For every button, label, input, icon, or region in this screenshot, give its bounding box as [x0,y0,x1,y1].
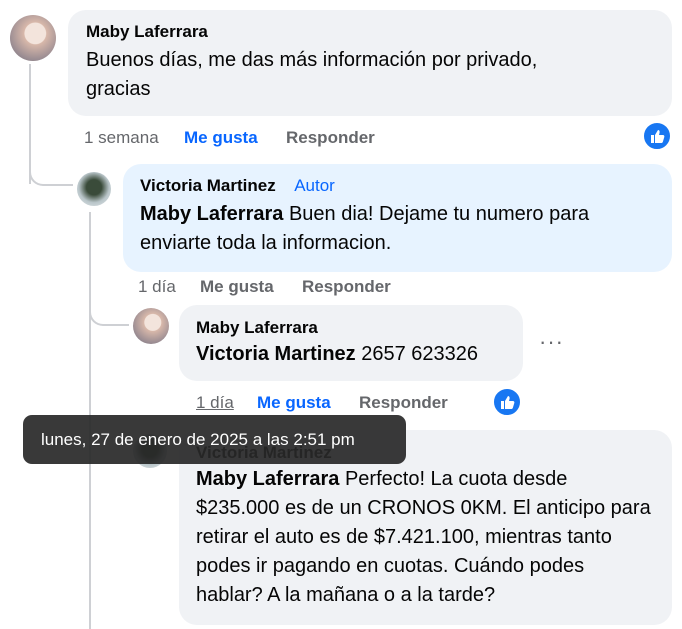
author-badge: Autor [294,176,335,195]
avatar[interactable] [77,172,111,206]
comment-author[interactable]: Maby Laferrara [196,318,506,338]
mention-link[interactable]: Maby Laferrara [140,203,283,225]
like-button[interactable]: Me gusta [184,128,258,148]
comment-bubble: Victoria Martinez Autor Maby Laferrara B… [123,164,672,272]
comment-text: Maby Laferrara Perfecto! La cuota desde … [196,465,656,610]
like-button[interactable]: Me gusta [257,393,331,413]
comment-timestamp[interactable]: 1 día [196,393,234,413]
thread-curve-1 [29,160,73,186]
like-reaction-icon[interactable] [642,121,672,151]
comment-actions: 1 semana Me gusta Responder [84,128,384,150]
reply-button[interactable]: Responder [359,393,448,413]
comment-author[interactable]: Victoria Martinez [140,176,276,195]
comment-bubble: Maby Laferrara Victoria Martinez 2657 62… [179,305,523,381]
like-button[interactable]: Me gusta [200,277,274,297]
comment-actions: 1 día Me gusta Responder [138,277,398,299]
comment-text: Maby Laferrara Buen dia! Dejame tu numer… [140,200,655,258]
timestamp-tooltip: lunes, 27 de enero de 2025 a las 2:51 pm [23,415,406,464]
mention-link[interactable]: Victoria Martinez [196,343,356,365]
reply-button[interactable]: Responder [286,128,375,148]
comment-body: 2657 623326 [355,343,479,365]
comment-bubble: Maby Laferrara Buenos días, me das más i… [68,10,672,116]
comment-timestamp[interactable]: 1 día [138,277,176,297]
thread-curve-2 [89,300,129,326]
comment-text: Buenos días, me das más información por … [86,49,538,100]
reply-button[interactable]: Responder [302,277,391,297]
comment-actions: 1 día Me gusta Responder [196,393,456,415]
avatar[interactable] [133,308,169,344]
like-reaction-icon[interactable] [492,387,522,417]
comment-author[interactable]: Maby Laferrara [86,22,654,42]
comment-timestamp[interactable]: 1 semana [84,128,159,148]
mention-link[interactable]: Maby Laferrara [196,468,339,490]
avatar[interactable] [10,15,56,61]
comment-text: Victoria Martinez 2657 623326 [196,340,506,369]
more-options-icon[interactable]: ··· [539,329,564,355]
